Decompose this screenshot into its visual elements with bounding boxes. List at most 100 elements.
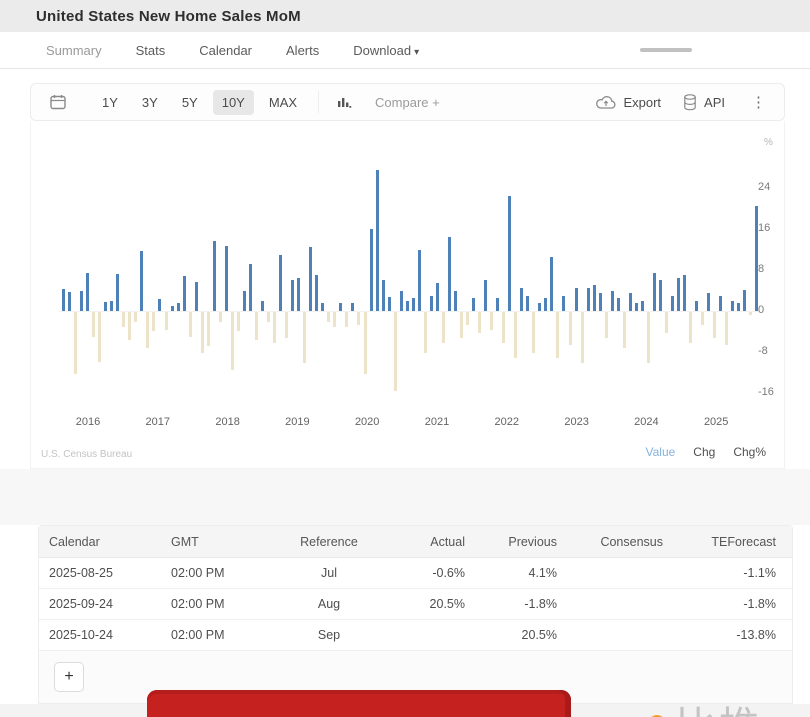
tab-summary[interactable]: Summary	[46, 43, 102, 58]
x-axis-tick: 2020	[354, 416, 380, 428]
spacer	[0, 469, 810, 525]
tab-stats[interactable]: Stats	[136, 43, 166, 58]
range-3y[interactable]: 3Y	[133, 90, 167, 115]
table-cell: 02:00 PM	[171, 628, 225, 642]
bar	[604, 312, 608, 338]
table-cell: 2025-08-25	[49, 566, 113, 580]
y-axis-tick: -16	[758, 386, 774, 398]
range-5y[interactable]: 5Y	[173, 90, 207, 115]
bar	[634, 303, 638, 311]
bar	[459, 312, 463, 338]
column-header: Calendar	[49, 534, 100, 549]
x-axis-tick: 2024	[634, 416, 659, 428]
bar	[260, 300, 264, 311]
bar	[417, 249, 421, 311]
column-header: Previous	[508, 534, 557, 549]
table-cell: -1.8%	[743, 597, 776, 611]
bar	[218, 312, 222, 322]
range-max[interactable]: MAX	[260, 90, 306, 115]
bar	[689, 312, 693, 343]
red-banner[interactable]	[147, 690, 571, 717]
bar	[254, 312, 258, 341]
bar	[719, 295, 723, 311]
bar	[375, 170, 379, 311]
bar	[339, 303, 343, 311]
y-axis-tick: 0	[758, 304, 765, 316]
bar	[538, 303, 542, 311]
bar	[671, 295, 675, 311]
bar	[248, 263, 252, 311]
bar	[701, 312, 705, 325]
range-1y[interactable]: 1Y	[93, 90, 127, 115]
table-header-row: Calendar GMT Reference Actual Previous Consen…	[39, 526, 792, 558]
bar	[230, 312, 234, 370]
bar	[683, 275, 687, 311]
table-cell: 02:00 PM	[171, 566, 225, 580]
bar	[140, 250, 144, 311]
bar	[194, 282, 198, 311]
x-axis-tick: 2025	[703, 416, 729, 428]
tab-alerts[interactable]: Alerts	[286, 43, 319, 58]
bar	[68, 291, 72, 311]
bar-chart-icon[interactable]	[331, 89, 357, 115]
bar	[484, 280, 488, 311]
compare-button[interactable]: Compare +	[375, 95, 440, 110]
tab-download[interactable]: Download ▾	[353, 43, 419, 58]
chart-source: U.S. Census Bureau	[41, 449, 133, 460]
mode-chg[interactable]: Chg	[693, 445, 715, 459]
bar	[212, 240, 216, 311]
bar	[273, 312, 277, 344]
bar	[520, 287, 524, 311]
bar	[303, 312, 307, 364]
bar	[508, 195, 512, 311]
bar	[743, 289, 747, 311]
table-row[interactable]: 2025-10-24 02:00 PM Sep 20.5% -13.8%	[39, 620, 792, 651]
bar	[490, 312, 494, 330]
tab-calendar[interactable]: Calendar	[199, 43, 252, 58]
bar	[363, 312, 367, 374]
chart-panel: % U.S. Census Bureau Value Chg Chg% 24 16…	[30, 121, 785, 469]
bar	[453, 290, 457, 311]
page-title: United States New Home Sales MoM	[36, 7, 301, 25]
range-10y[interactable]: 10Y	[212, 89, 254, 115]
table-row[interactable]: 2025-09-24 02:00 PM Aug 20.5% -1.8% -1.8%	[39, 589, 792, 620]
bar	[224, 245, 228, 311]
main-content: 1Y 3Y 5Y 10Y MAX Compare + Export API ⋮ …	[0, 69, 810, 469]
x-axis-tick: 2016	[75, 416, 101, 428]
bar	[441, 312, 445, 343]
chevron-down-icon: ▾	[414, 46, 420, 58]
mode-chgpct[interactable]: Chg%	[733, 445, 766, 459]
bar	[399, 290, 403, 311]
bar	[146, 312, 150, 349]
cloud-export-icon	[596, 95, 616, 109]
table-cell: 20.5%	[429, 597, 465, 611]
x-axis-tick: 2018	[215, 416, 240, 428]
bar	[62, 288, 65, 311]
export-button[interactable]: Export	[596, 95, 661, 110]
partial-text-fragment	[640, 48, 692, 52]
bar	[586, 287, 590, 311]
bar	[695, 300, 699, 311]
add-button[interactable]: +	[54, 662, 84, 692]
more-options-icon[interactable]: ⋮	[747, 93, 770, 111]
bar	[164, 312, 168, 330]
divider	[318, 91, 320, 113]
chart-mode-switch: Value Chg Chg%	[645, 445, 766, 459]
bottom-area: Ƀ 比推 bitpush.news	[0, 690, 810, 717]
bar	[170, 305, 174, 311]
bar	[297, 277, 301, 311]
mode-value[interactable]: Value	[645, 445, 675, 459]
table-row[interactable]: 2025-08-25 02:00 PM Jul -0.6% 4.1% -1.1%	[39, 558, 792, 589]
bar	[152, 312, 156, 332]
table-cell: 2025-09-24	[49, 597, 113, 611]
bar	[369, 229, 373, 311]
calendar-icon[interactable]	[45, 89, 71, 115]
x-axis-tick: 2017	[145, 416, 171, 428]
api-button[interactable]: API	[683, 93, 725, 111]
table-cell: 20.5%	[521, 628, 557, 642]
bar	[568, 312, 572, 346]
bar	[387, 296, 391, 311]
bitpush-bird-logo: Ƀ	[651, 715, 663, 717]
bar	[592, 285, 596, 311]
table-cell: 02:00 PM	[171, 597, 225, 611]
